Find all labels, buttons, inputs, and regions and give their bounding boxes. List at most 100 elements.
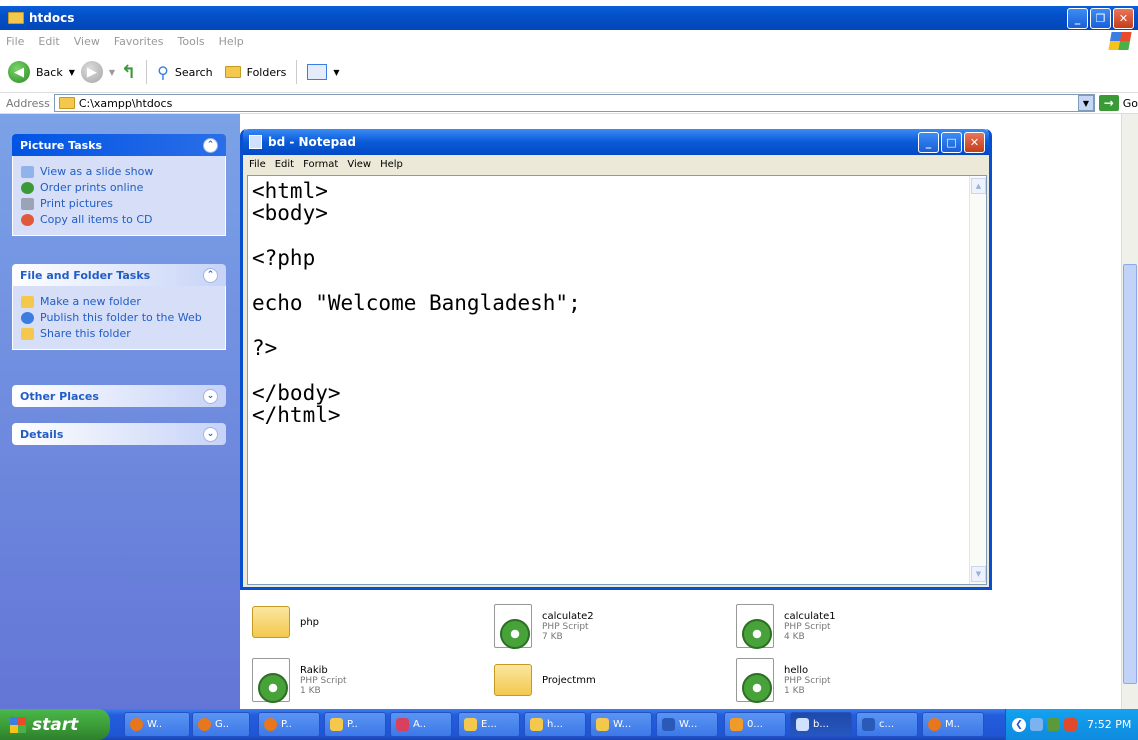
address-input[interactable]: C:\xampp\htdocs ▼ (53, 94, 1095, 112)
file-item[interactable]: hello PHP Script 1 KB (736, 658, 831, 703)
go-arrow-icon[interactable]: → (1098, 95, 1119, 111)
notepad-maximize-button[interactable]: □ (941, 132, 962, 153)
notepad-scrollbar[interactable]: ▲ ▼ (969, 176, 986, 584)
views-icon[interactable] (307, 64, 328, 80)
taskbar-button[interactable]: W.. (124, 712, 190, 737)
menu-view[interactable]: View (74, 35, 100, 48)
file-name: php (300, 616, 320, 628)
taskbar-button[interactable]: W... (590, 712, 652, 737)
address-dropdown-icon[interactable]: ▼ (1077, 95, 1094, 111)
file-item[interactable]: calculate2 PHP Script 7 KB (494, 604, 594, 649)
notepad-menu-help[interactable]: Help (380, 159, 403, 170)
notepad-menu-file[interactable]: File (249, 159, 266, 170)
notepad-minimize-button[interactable]: _ (918, 132, 939, 153)
system-tray: ❮ 7:52 PM (1005, 709, 1138, 740)
folders-icon[interactable] (224, 66, 241, 78)
other-places-header[interactable]: Other Places ⌄ (12, 385, 226, 407)
up-folder-icon[interactable]: ↰ (121, 62, 136, 83)
notepad-menu-bar: File Edit Format View Help (243, 155, 989, 173)
notepad-menu-view[interactable]: View (347, 159, 371, 170)
tray-app-icon[interactable] (1047, 718, 1060, 731)
picture-tasks-header[interactable]: Picture Tasks ⌃ (12, 134, 226, 156)
search-button[interactable]: Search (175, 66, 213, 79)
task-label: Publish this folder to the Web (40, 311, 202, 324)
file-folder-tasks-header[interactable]: File and Folder Tasks ⌃ (12, 264, 226, 286)
taskbar-button[interactable]: W... (656, 712, 718, 737)
picture-tasks-panel: Picture Tasks ⌃ View as a slide show Ord… (12, 134, 226, 236)
printer-icon (21, 198, 34, 210)
cd-icon (21, 214, 34, 226)
file-type: PHP Script (542, 621, 589, 632)
notepad-content[interactable]: <html> <body> <?php echo "Welcome Bangla… (252, 180, 581, 427)
taskbar-label: A.. (413, 719, 427, 730)
back-dropdown-icon[interactable]: ▼ (69, 68, 75, 77)
task-copy-to-cd[interactable]: Copy all items to CD (21, 213, 217, 226)
file-item[interactable]: Rakib PHP Script 1 KB (252, 658, 347, 703)
taskbar-label: c... (879, 719, 895, 730)
taskbar-button[interactable]: E... (458, 712, 520, 737)
taskbar-button[interactable]: 0... (724, 712, 786, 737)
back-arrow-icon[interactable]: ◀ (8, 61, 30, 83)
taskbar-button[interactable]: P.. (258, 712, 320, 737)
task-share-folder[interactable]: Share this folder (21, 327, 217, 340)
taskbar-button[interactable]: c... (856, 712, 918, 737)
menu-file[interactable]: File (6, 35, 24, 48)
task-print-pictures[interactable]: Print pictures (21, 197, 217, 210)
menu-edit[interactable]: Edit (38, 35, 59, 48)
notepad-menu-edit[interactable]: Edit (275, 159, 294, 170)
file-item[interactable]: calculate1 PHP Script 4 KB (736, 604, 836, 649)
menu-favorites[interactable]: Favorites (114, 35, 164, 48)
file-item[interactable]: php (252, 606, 319, 638)
taskbar-label: G.. (215, 719, 230, 730)
explorer-title-bar[interactable]: htdocs _ ❐ ✕ (0, 0, 1138, 30)
minimize-button[interactable]: _ (1067, 8, 1088, 29)
views-dropdown-icon[interactable]: ▼ (333, 68, 339, 77)
forward-dropdown-icon[interactable]: ▼ (109, 68, 115, 77)
file-size: 1 KB (300, 685, 321, 696)
notepad-close-button[interactable]: ✕ (964, 132, 985, 153)
collapse-chevron-icon[interactable]: ⌃ (203, 137, 218, 153)
details-header[interactable]: Details ⌄ (12, 423, 226, 445)
task-view-slideshow[interactable]: View as a slide show (21, 165, 217, 178)
start-button[interactable]: start (0, 709, 110, 740)
scrollbar-thumb[interactable] (1123, 264, 1137, 684)
scroll-up-icon[interactable]: ▲ (971, 178, 986, 194)
xampp-icon (730, 718, 743, 731)
collapse-chevron-icon[interactable]: ⌃ (203, 267, 218, 283)
task-make-folder[interactable]: Make a new folder (21, 295, 217, 308)
taskbar-button[interactable]: M.. (922, 712, 984, 737)
tray-expand-icon[interactable]: ❮ (1012, 717, 1026, 732)
notepad-text-area[interactable]: <html> <body> <?php echo "Welcome Bangla… (247, 175, 987, 585)
scroll-down-icon[interactable]: ▼ (971, 566, 986, 582)
word-icon (662, 718, 675, 731)
forward-button[interactable]: ▶ (80, 61, 103, 83)
taskbar-button[interactable]: P.. (324, 712, 386, 737)
antivirus-icon[interactable] (1064, 718, 1077, 731)
menu-help[interactable]: Help (219, 35, 244, 48)
back-button[interactable]: Back (36, 66, 63, 79)
folder-icon (596, 718, 609, 731)
restore-button[interactable]: ❐ (1090, 8, 1111, 29)
task-publish-web[interactable]: Publish this folder to the Web (21, 311, 217, 324)
task-order-prints[interactable]: Order prints online (21, 181, 217, 194)
notepad-menu-format[interactable]: Format (303, 159, 338, 170)
go-button[interactable]: Go (1123, 97, 1138, 110)
notepad-title-bar[interactable]: bd - Notepad _ □ ✕ (243, 129, 989, 155)
taskbar-button-active[interactable]: b... (790, 712, 852, 737)
taskbar-button[interactable]: h... (524, 712, 586, 737)
taskbar-label: b... (813, 719, 829, 730)
search-icon[interactable]: ⚲ (157, 63, 169, 82)
taskbar-button[interactable]: G.. (192, 712, 250, 737)
expand-chevron-icon[interactable]: ⌄ (203, 388, 218, 404)
folders-button[interactable]: Folders (247, 66, 287, 79)
file-item[interactable]: Projectmm (494, 664, 596, 696)
clock[interactable]: 7:52 PM (1087, 718, 1131, 731)
network-icon[interactable] (1030, 718, 1043, 731)
file-folder-tasks-list: Make a new folder Publish this folder to… (12, 286, 226, 350)
folder-icon (494, 664, 532, 696)
explorer-scrollbar[interactable] (1121, 114, 1138, 709)
close-button[interactable]: ✕ (1113, 8, 1134, 29)
expand-chevron-icon[interactable]: ⌄ (203, 426, 218, 442)
taskbar-button[interactable]: A.. (390, 712, 452, 737)
menu-tools[interactable]: Tools (178, 35, 205, 48)
